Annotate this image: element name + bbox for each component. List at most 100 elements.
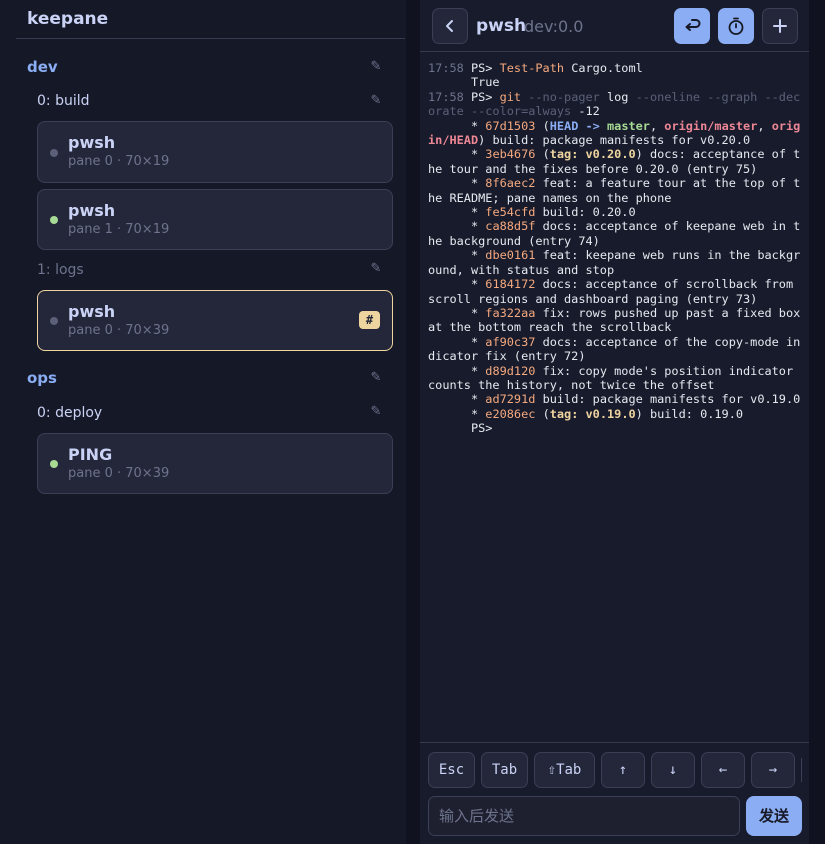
terminal-segment: PS> — [428, 421, 493, 436]
plus-icon — [773, 19, 787, 33]
key-shift-tab-button[interactable]: ⇧Tab — [534, 752, 595, 788]
terminal-line: * e2086ec (tag: v0.19.0) build: 0.19.0 — [428, 407, 803, 421]
window-name-deploy[interactable]: 0: deploy — [37, 405, 102, 421]
terminal-segment: * — [428, 248, 486, 263]
terminal-segment: * — [428, 406, 486, 421]
terminal-segment: log — [599, 89, 629, 104]
terminal-segment: ( — [535, 118, 550, 133]
terminal-line: * 67d1503 (HEAD -> master, origin/master… — [428, 119, 803, 148]
terminal-output[interactable]: 17:58 PS> Test-Path Cargo.toml True 17:58… — [428, 61, 803, 733]
terminal-segment: * — [428, 334, 486, 349]
pane-status-dot — [50, 216, 58, 224]
terminal-segment: ( — [535, 406, 550, 421]
rename-session-icon[interactable]: ✎ — [369, 60, 383, 74]
terminal-line: * ca88d5f docs: acceptance of keepane we… — [428, 219, 803, 248]
terminal-segment: ) build: 0.19.0 — [635, 406, 744, 421]
key-down-button[interactable]: ↓ — [651, 752, 695, 788]
terminal-segment: * — [428, 392, 486, 407]
terminal-segment: * — [428, 118, 486, 133]
terminal-segment: * — [428, 219, 486, 234]
terminal-segment: 17:58 — [428, 61, 471, 75]
terminal-line: 17:58 PS> Test-Path Cargo.toml — [428, 61, 803, 75]
stopwatch-icon — [728, 17, 744, 35]
terminal-segment: * — [428, 363, 486, 378]
pane-meta: pane 1 · 70×19 — [68, 222, 170, 237]
terminal-segment: 67d1503 — [485, 118, 536, 133]
timer-button[interactable] — [718, 8, 754, 44]
terminal-segment: master — [607, 118, 650, 133]
terminal-segment: 3eb4676 — [485, 147, 536, 162]
key-right-button[interactable]: → — [751, 752, 795, 788]
terminal-line: * 6184172 docs: acceptance of scrollback… — [428, 277, 803, 306]
terminal-segment: * — [428, 205, 486, 220]
terminal-segment: PS> — [470, 61, 500, 75]
terminal-segment: d89d120 — [485, 363, 536, 378]
key-tab-button[interactable]: Tab — [481, 752, 528, 788]
chevron-left-icon — [446, 20, 453, 32]
pane-card[interactable]: pwsh pane 0 · 70×19 — [37, 121, 393, 183]
terminal-segment: * — [428, 176, 486, 191]
session-name-dev[interactable]: dev — [27, 58, 58, 76]
terminal-segment: * — [428, 277, 486, 292]
terminal-line: * d89d120 fix: copy mode's position indi… — [428, 364, 803, 393]
terminal-segment: 17:58 — [428, 89, 471, 104]
terminal-line: * ad7291d build: package manifests for v… — [428, 392, 803, 406]
terminal-segment: ) build: package manifests for v0.20.0 — [478, 133, 751, 148]
key-esc-button[interactable]: Esc — [428, 752, 475, 788]
terminal-segment: , — [649, 118, 665, 133]
pane-meta: pane 0 · 70×39 — [68, 323, 170, 338]
terminal-panel: pwsh dev:0.0 17:58 PS> Test-Path Cargo.t… — [420, 0, 809, 844]
back-button[interactable] — [432, 8, 468, 44]
key-left-button[interactable]: ← — [701, 752, 745, 788]
session-name-ops[interactable]: ops — [27, 369, 57, 387]
rename-window-icon[interactable]: ✎ — [369, 262, 383, 276]
key-row-overflow-edge — [801, 758, 802, 782]
terminal-line: * fa322aa fix: rows pushed up past a fix… — [428, 306, 803, 335]
rename-session-icon[interactable]: ✎ — [369, 371, 383, 385]
terminal-segment: 6184172 — [485, 277, 536, 292]
window-name-logs[interactable]: 1: logs — [37, 262, 84, 278]
send-button[interactable]: 发送 — [746, 796, 802, 836]
terminal-line: True — [428, 75, 803, 89]
pane-badge: # — [359, 311, 380, 329]
command-input[interactable] — [428, 796, 740, 836]
return-icon — [685, 19, 701, 31]
pane-meta: pane 0 · 70×39 — [68, 466, 170, 481]
terminal-title: pwsh — [476, 16, 527, 36]
terminal-segment: build: package manifests for v0.19.0 — [535, 392, 801, 407]
terminal-line: * fe54cfd build: 0.20.0 — [428, 205, 803, 219]
terminal-segment: git — [499, 89, 522, 104]
app-title: keepane — [27, 9, 109, 29]
terminal-segment: ad7291d — [485, 392, 536, 407]
pane-title: pwsh — [68, 133, 116, 152]
key-up-button[interactable]: ↑ — [601, 752, 645, 788]
terminal-segment: Test-Path — [499, 61, 565, 75]
terminal-segment: origin/master — [664, 118, 758, 133]
terminal-segment: tag: v0.20.0 — [549, 147, 636, 162]
pane-status-dot — [50, 460, 58, 468]
enter-key-button[interactable] — [674, 8, 710, 44]
terminal-segment: build: 0.20.0 — [535, 205, 636, 220]
pane-title: pwsh — [68, 302, 116, 321]
new-pane-button[interactable] — [762, 8, 798, 44]
session-sidebar: keepane dev ✎ 0: build ✎ pwsh pane 0 · 7… — [0, 0, 406, 844]
terminal-header: pwsh dev:0.0 — [420, 0, 809, 52]
rename-window-icon[interactable]: ✎ — [369, 94, 383, 108]
terminal-line: 17:58 PS> git --no-pager log --oneline -… — [428, 90, 803, 119]
window-name-build[interactable]: 0: build — [37, 93, 90, 109]
rename-window-icon[interactable]: ✎ — [369, 405, 383, 419]
pane-title: pwsh — [68, 201, 116, 220]
pane-status-dot — [50, 317, 58, 325]
pane-card-active[interactable]: pwsh pane 0 · 70×39 # — [37, 290, 393, 351]
terminal-segment: af90c37 — [485, 334, 536, 349]
terminal-segment: ca88d5f — [485, 219, 536, 234]
pane-card[interactable]: PING pane 0 · 70×39 — [37, 433, 393, 494]
terminal-segment: * — [428, 147, 486, 162]
terminal-segment: dbe0161 — [485, 248, 536, 263]
terminal-line: * 3eb4676 (tag: v0.20.0) docs: acceptanc… — [428, 147, 803, 176]
pane-card[interactable]: pwsh pane 1 · 70×19 — [37, 189, 393, 250]
terminal-line: * af90c37 docs: acceptance of the copy-m… — [428, 335, 803, 364]
pane-meta: pane 0 · 70×19 — [68, 154, 170, 169]
terminal-segment: PS> — [470, 89, 500, 104]
terminal-segment: fe54cfd — [485, 205, 536, 220]
